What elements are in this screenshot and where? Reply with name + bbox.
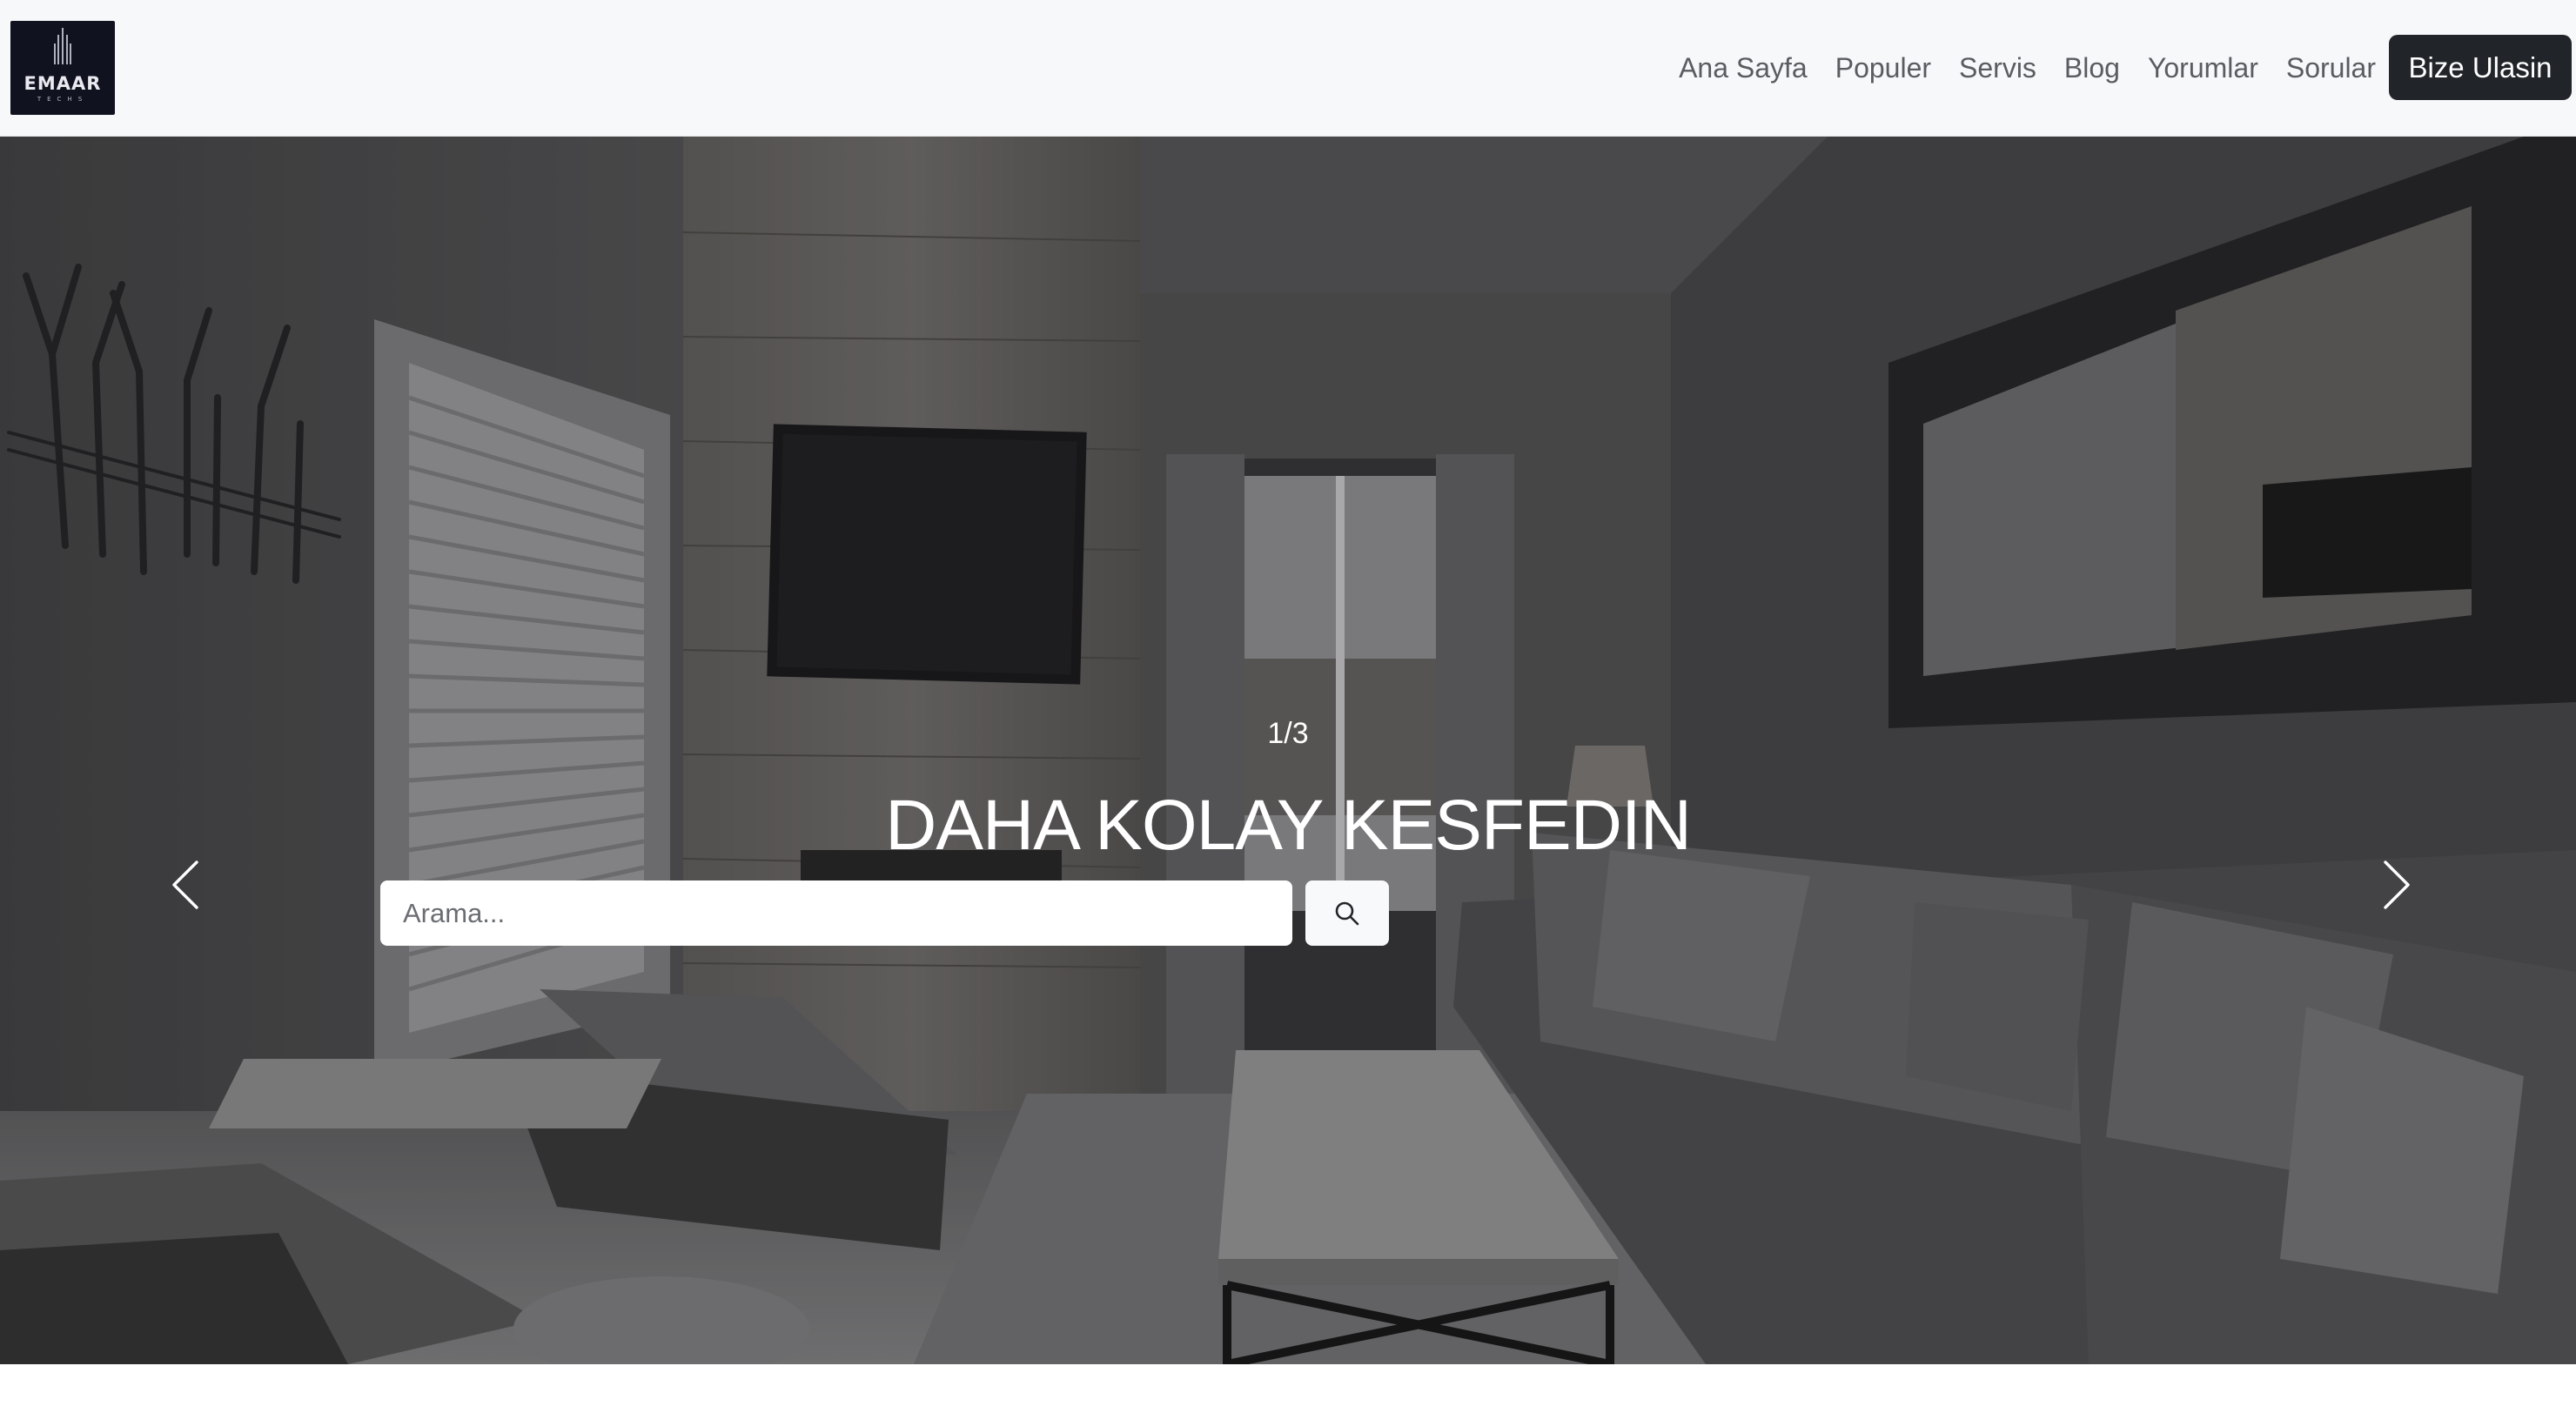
logo-subtext: TECHS [37, 96, 89, 103]
main-nav: Ana Sayfa Populer Servis Blog Yorumlar S… [1651, 0, 2376, 137]
carousel-next-button[interactable] [2363, 833, 2432, 937]
slide-counter: 1/3 [1267, 717, 1309, 750]
search-input[interactable] [380, 880, 1292, 946]
nav-link-ana-sayfa[interactable]: Ana Sayfa [1679, 52, 1808, 84]
nav-link-sorular[interactable]: Sorular [2286, 52, 2376, 84]
hero-carousel: 1/3 DAHA KOLAY KESFEDIN [0, 137, 2576, 1364]
hero-title: DAHA KOLAY KESFEDIN [885, 786, 1692, 865]
logo-text: EMAAR [23, 73, 102, 94]
chevron-left-icon [172, 860, 198, 909]
nav-link-servis[interactable]: Servis [1959, 52, 2036, 84]
nav-link-populer[interactable]: Populer [1835, 52, 1931, 84]
navbar: EMAAR TECHS Ana Sayfa Populer Servis Blo… [0, 0, 2576, 137]
brand-logo[interactable]: EMAAR TECHS [10, 21, 115, 115]
nav-link-yorumlar[interactable]: Yorumlar [2148, 52, 2258, 84]
contact-button[interactable]: Bize Ulasin [2389, 35, 2572, 100]
search-icon [1335, 901, 1359, 925]
chevron-right-icon [2384, 860, 2410, 909]
nav-link-blog[interactable]: Blog [2064, 52, 2120, 84]
carousel-prev-button[interactable] [150, 833, 219, 937]
search-button[interactable] [1305, 880, 1389, 946]
